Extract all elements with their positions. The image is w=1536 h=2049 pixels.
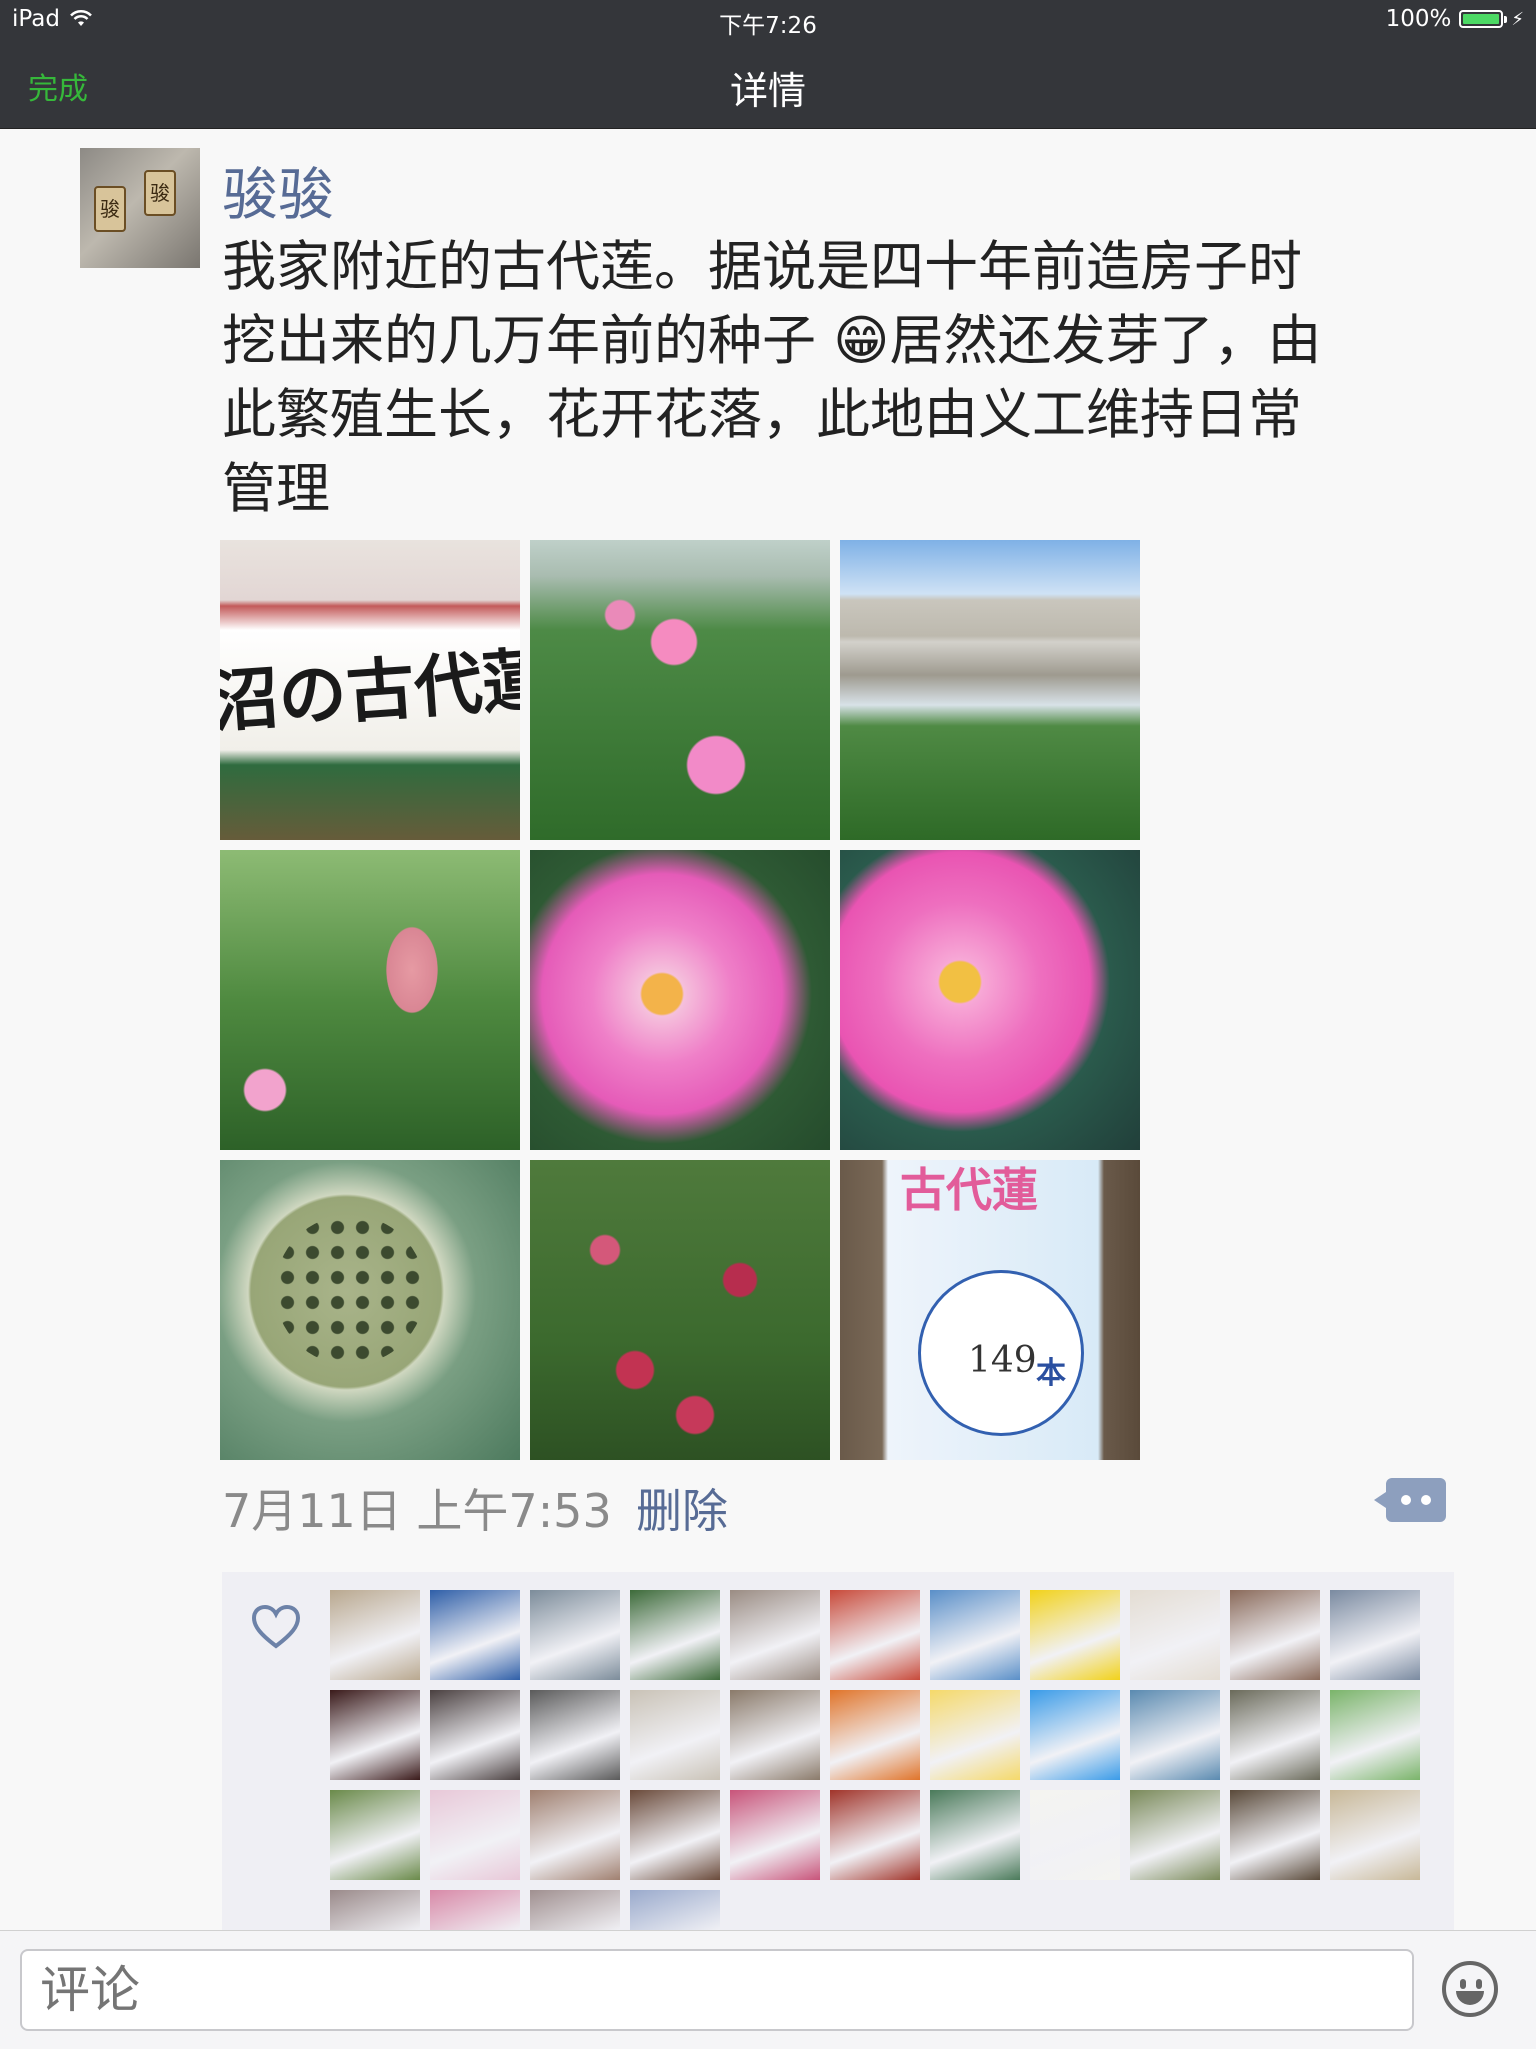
liker-avatar[interactable]: [830, 1790, 920, 1880]
liker-avatar[interactable]: [430, 1690, 520, 1780]
liker-avatar[interactable]: [430, 1790, 520, 1880]
liker-avatar[interactable]: [1130, 1790, 1220, 1880]
likes-panel: [222, 1572, 1454, 1930]
liker-avatar[interactable]: [430, 1890, 520, 1930]
comment-icon[interactable]: [1374, 1478, 1446, 1522]
photo-thumbnail[interactable]: 古代蓮 149 本: [840, 1160, 1140, 1460]
photo-grid: 沼の古代蓮 古代蓮 149 本: [220, 540, 1140, 1460]
liker-avatar[interactable]: [1230, 1590, 1320, 1680]
liker-avatar[interactable]: [330, 1890, 420, 1930]
liker-avatar[interactable]: [1030, 1590, 1120, 1680]
liker-avatar[interactable]: [730, 1790, 820, 1880]
post-text: 我家附近的古代莲。据说是四十年前造房子时 挖出来的几万年前的种子 😁居然还发芽了…: [222, 230, 1472, 526]
battery-percent: 100%: [1385, 6, 1452, 32]
liker-avatar[interactable]: [1230, 1790, 1320, 1880]
status-bar: iPad 下午7:26 100% ⚡: [0, 0, 1536, 40]
status-time: 下午7:26: [719, 13, 817, 39]
photo-board-title: 古代蓮: [900, 1163, 1038, 1217]
post-text-line: 此繁殖生长，花开花落，此地由义工维持日常: [222, 383, 1302, 446]
battery-icon: [1459, 10, 1508, 28]
liker-avatar[interactable]: [1030, 1790, 1120, 1880]
liker-avatar[interactable]: [930, 1590, 1020, 1680]
liker-avatar[interactable]: [530, 1590, 620, 1680]
photo-thumbnail[interactable]: 沼の古代蓮: [220, 540, 520, 840]
liker-avatar[interactable]: [530, 1690, 620, 1780]
liker-avatar[interactable]: [630, 1790, 720, 1880]
liker-avatar[interactable]: [430, 1590, 520, 1680]
liker-avatar[interactable]: [730, 1690, 820, 1780]
avatar[interactable]: 骏 骏: [80, 148, 200, 268]
liker-avatar[interactable]: [330, 1690, 420, 1780]
liker-avatar[interactable]: [1130, 1690, 1220, 1780]
page-title: 详情: [729, 69, 806, 113]
photo-board-unit: 本: [1036, 1356, 1066, 1391]
emoji-icon[interactable]: [1442, 1961, 1498, 2017]
liker-avatar[interactable]: [1330, 1690, 1420, 1780]
post-text-line: 挖出来的几万年前的种子: [222, 309, 834, 372]
post-timestamp: 7月11日 上午7:53: [222, 1484, 612, 1538]
liker-avatar[interactable]: [330, 1590, 420, 1680]
photo-board-count: 149: [968, 1340, 1037, 1381]
liker-avatar[interactable]: [730, 1590, 820, 1680]
post-text-line: 我家附近的古代莲。据说是四十年前造房子时: [222, 235, 1302, 298]
grin-emoji-icon: 😁: [833, 309, 890, 372]
liker-avatar[interactable]: [1330, 1590, 1420, 1680]
liker-avatar[interactable]: [930, 1790, 1020, 1880]
liker-avatar[interactable]: [630, 1890, 720, 1930]
photo-thumbnail[interactable]: [530, 1160, 830, 1460]
comment-bar: [0, 1930, 1536, 2049]
liker-avatar[interactable]: [830, 1690, 920, 1780]
liker-avatar[interactable]: [530, 1790, 620, 1880]
liker-avatar[interactable]: [1030, 1690, 1120, 1780]
liker-avatar[interactable]: [1130, 1590, 1220, 1680]
liker-avatar[interactable]: [630, 1690, 720, 1780]
photo-thumbnail[interactable]: [220, 1160, 520, 1460]
nav-bar: 完成 详情: [0, 40, 1536, 129]
liker-avatar[interactable]: [1330, 1790, 1420, 1880]
liker-avatar[interactable]: [1230, 1690, 1320, 1780]
liker-avatar[interactable]: [830, 1590, 920, 1680]
charging-icon: ⚡: [1511, 8, 1524, 30]
post-text-line: 居然还发芽了，由: [889, 309, 1322, 372]
photo-thumbnail[interactable]: [840, 850, 1140, 1150]
liker-avatar[interactable]: [630, 1590, 720, 1680]
heart-icon: [251, 1604, 301, 1649]
post-text-line: 管理: [222, 457, 330, 520]
liker-avatar[interactable]: [930, 1690, 1020, 1780]
liker-avatar[interactable]: [530, 1890, 620, 1930]
photo-thumbnail[interactable]: [840, 540, 1140, 840]
comment-input[interactable]: [20, 1949, 1414, 2031]
photo-thumbnail[interactable]: [530, 850, 830, 1150]
liker-avatar[interactable]: [330, 1790, 420, 1880]
photo-sign-text: 沼の古代蓮: [220, 639, 520, 743]
author-name[interactable]: 骏骏: [222, 150, 334, 231]
delete-button[interactable]: 删除: [636, 1475, 728, 1541]
photo-thumbnail[interactable]: [220, 850, 520, 1150]
photo-thumbnail[interactable]: [530, 540, 830, 840]
